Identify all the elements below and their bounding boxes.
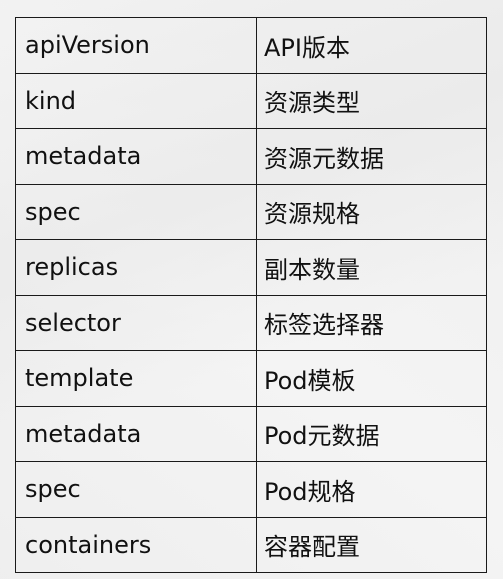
table-row: spec 资源规格 [15,183,487,240]
field-description-cell: 资源元数据 [256,128,487,185]
table-row: template Pod模板 [15,350,487,407]
field-name-cell: metadata [15,128,257,185]
field-description-table: apiVersion API版本 kind 资源类型 metadata 资源元数… [15,17,487,573]
field-description-cell: 标签选择器 [256,294,487,351]
table-row: apiVersion API版本 [15,17,487,74]
field-name-cell: spec [15,461,257,518]
field-description-cell: 容器配置 [256,516,487,573]
field-name-cell: replicas [15,239,257,296]
field-name-cell: template [15,350,257,407]
field-description-cell: Pod元数据 [256,405,487,462]
field-description-cell: API版本 [256,17,487,74]
table-row: replicas 副本数量 [15,239,487,296]
field-description-cell: Pod规格 [256,461,487,518]
field-description-cell: 资源类型 [256,72,487,129]
table-row: metadata 资源元数据 [15,128,487,185]
field-name-cell: spec [15,183,257,240]
table-row: metadata Pod元数据 [15,405,487,462]
field-name-cell: selector [15,294,257,351]
table-row: selector 标签选择器 [15,294,487,351]
table-row: kind 资源类型 [15,72,487,129]
table-row: containers 容器配置 [15,516,487,573]
field-description-cell: Pod模板 [256,350,487,407]
table-row: spec Pod规格 [15,461,487,518]
field-name-cell: metadata [15,405,257,462]
field-name-cell: apiVersion [15,17,257,74]
field-description-cell: 资源规格 [256,183,487,240]
field-description-cell: 副本数量 [256,239,487,296]
field-name-cell: containers [15,516,257,573]
field-name-cell: kind [15,72,257,129]
